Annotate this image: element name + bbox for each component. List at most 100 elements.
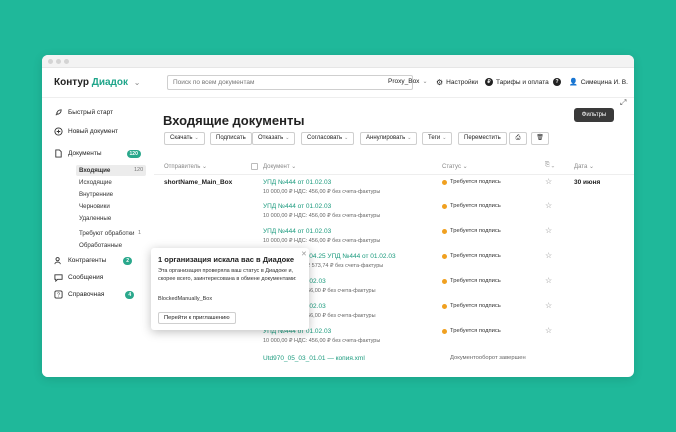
sidebar-item-need-processing[interactable]: Требуют обработки [79, 230, 135, 237]
refuse-button[interactable]: Отказать ⌄ [252, 132, 296, 145]
status-dot [442, 203, 447, 209]
row-status: Требуется подпись [442, 228, 501, 234]
chevron-down-icon: ⌄ [344, 135, 349, 141]
row-status: Требуется подпись [442, 328, 501, 334]
sign-button[interactable]: Подписать [210, 132, 252, 145]
chevron-down-icon: ⌄ [442, 135, 447, 141]
approve-button[interactable]: Согласовать ⌄ [301, 132, 355, 145]
expand-icon[interactable]: ⤢ [620, 98, 626, 108]
column-date[interactable]: Дата ⌄ [574, 163, 594, 170]
settings-link[interactable]: ⚙ Настройки [436, 78, 478, 87]
row-doc-title[interactable]: УПД №444 от 01.02.03 [263, 179, 331, 186]
sidebar-item-documents[interactable]: Документы 120 [54, 149, 141, 158]
column-attachment[interactable]: ⎘ ⌄ [545, 162, 554, 169]
window-dot [56, 59, 61, 64]
question-icon: ? [54, 290, 63, 299]
sidebar-item-deleted[interactable]: Удаленные [79, 215, 111, 222]
sidebar-item-outgoing[interactable]: Исходящие [79, 179, 112, 186]
status-dot [442, 228, 447, 234]
row-doc-sub: 12 573,74 ₽ без счета-фактуры [304, 263, 384, 269]
sidebar-item-label: Справочная [68, 291, 105, 298]
ruble-icon: ₽ [485, 78, 493, 86]
close-icon[interactable]: ✕ [301, 250, 307, 258]
popup-title: 1 организация искала вас в Диадоке [158, 255, 295, 264]
user-icon: 👤 [569, 79, 578, 86]
select-all-checkbox[interactable] [251, 163, 258, 170]
help-icon: ? [553, 78, 561, 86]
star-icon[interactable]: ☆ [545, 276, 552, 285]
row-doc-sub: 456,00 ₽ без счета-фактуры [304, 288, 376, 294]
tags-button[interactable]: Теги ⌄ [422, 132, 453, 145]
row-doc-sub: 10 000,00 ₽ НДС: 456,00 ₽ без счета-факт… [263, 338, 381, 344]
row-status-text: Требуется подпись [450, 203, 501, 209]
download-button[interactable]: Скачать ⌄ [164, 132, 205, 145]
tariffs-label: Тарифы и оплата [496, 78, 549, 86]
download-label: Скачать [170, 135, 193, 141]
row-doc-title[interactable]: Utd970_05_03_01.01 — копия.xml [263, 355, 365, 362]
print-button[interactable]: ⎙ [509, 132, 527, 145]
trash-icon: 🗑 [536, 135, 544, 141]
column-status[interactable]: Статус ⌄ [442, 163, 468, 170]
sidebar-item-new-document[interactable]: Новый документ [54, 127, 118, 136]
column-date-label: Дата [574, 164, 588, 170]
chevron-down-icon: ⌄ [291, 164, 297, 170]
star-icon[interactable]: ☆ [545, 201, 552, 210]
help-button[interactable]: ? [553, 78, 561, 86]
sidebar-item-messages[interactable]: Сообщения [54, 273, 103, 282]
user-menu[interactable]: 👤 Симецина И. В. [569, 78, 628, 87]
filters-button[interactable]: Фильтры [574, 108, 614, 122]
row-status-text: Требуется подпись [450, 179, 501, 185]
sidebar-item-counterparties[interactable]: Контрагенты 2 [54, 256, 133, 265]
document-icon [55, 149, 62, 158]
sidebar-item-incoming[interactable]: Входящие [79, 167, 110, 174]
delete-button[interactable]: 🗑 [531, 132, 549, 145]
go-to-invitation-button[interactable]: Перейти к приглашению [158, 312, 236, 324]
sign-label: Подписать [216, 135, 246, 141]
row-status-text: Требуется подпись [450, 328, 501, 334]
status-dot [442, 303, 447, 309]
move-label: Переместить [464, 135, 501, 141]
sidebar-item-help[interactable]: ? Справочная 4 [54, 290, 135, 299]
column-document[interactable]: Документ ⌄ [263, 163, 296, 170]
row-status: Документооборот завершен [450, 355, 526, 361]
settings-label: Настройки [446, 79, 479, 86]
window-dot [64, 59, 69, 64]
logo[interactable]: Контур Диадок ⌄ [54, 77, 141, 88]
row-status: Требуется подпись [442, 278, 501, 284]
row-doc-sub: 10 000,00 ₽ НДС: 456,00 ₽ без счета-факт… [263, 189, 381, 195]
help-badge: 4 [125, 290, 135, 299]
star-icon[interactable]: ☆ [545, 326, 552, 335]
gear-icon: ⚙ [436, 78, 444, 87]
sidebar-item-drafts[interactable]: Черновики [79, 203, 110, 210]
star-icon[interactable]: ☆ [545, 226, 552, 235]
star-icon[interactable]: ☆ [545, 301, 552, 310]
sidebar-item-processed[interactable]: Обработанные [79, 242, 122, 249]
chevron-down-icon: ⌄ [551, 162, 555, 168]
sidebar-item-label: Контрагенты [68, 257, 107, 264]
tariffs-link[interactable]: ₽ Тарифы и оплата [485, 78, 549, 86]
row-doc-title[interactable]: УПД №444 от 01.02.03 [263, 228, 331, 235]
sidebar-item-label: Быстрый старт [68, 109, 114, 116]
sidebar-item-internal[interactable]: Внутренние [79, 191, 113, 198]
star-icon[interactable]: ☆ [545, 251, 552, 260]
row-doc-title[interactable]: УПД №444 от 01.02.03 [263, 203, 331, 210]
status-dot [442, 328, 447, 334]
cancel-button[interactable]: Аннулировать ⌄ [360, 132, 418, 145]
column-sender[interactable]: Отправитель ⌄ [164, 163, 207, 170]
search-input[interactable] [167, 75, 413, 90]
move-button[interactable]: Переместить [458, 132, 507, 145]
counterparties-badge: 2 [123, 256, 133, 265]
row-doc-sub: 10 000,00 ₽ НДС: 456,00 ₽ без счета-факт… [263, 213, 381, 219]
box-selector[interactable]: Proxy_Box ⌄ [388, 78, 427, 85]
message-icon [54, 274, 63, 282]
sidebar: Быстрый старт Новый документ Документы 1… [42, 98, 154, 377]
chevron-down-icon: ⌄ [422, 79, 428, 85]
row-doc-sub: 456,00 ₽ без счета-фактуры [304, 313, 376, 319]
star-icon[interactable]: ☆ [545, 177, 552, 186]
top-bar: Контур Диадок ⌄ Proxy_Box ⌄ ⚙ Настройки … [42, 68, 634, 98]
column-sender-label: Отправитель [164, 164, 201, 170]
box-selector-label: Proxy_Box [388, 78, 420, 85]
sidebar-item-quick-start[interactable]: Быстрый старт [54, 108, 113, 117]
row-sender[interactable]: shortName_Main_Box [164, 179, 232, 186]
sidebar-item-label: Новый документ [68, 128, 119, 135]
